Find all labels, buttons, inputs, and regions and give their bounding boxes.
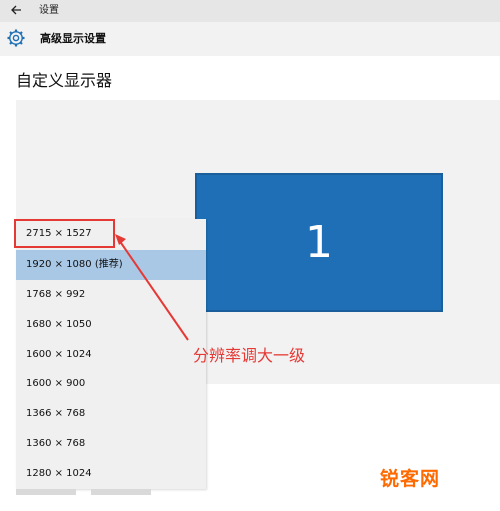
back-arrow-icon bbox=[11, 5, 21, 15]
gear-icon bbox=[7, 29, 25, 47]
resolution-option-selected[interactable]: 1920 × 1080 (推荐) bbox=[16, 250, 206, 280]
resolution-dropdown-list[interactable]: 2715 × 1527 1920 × 1080 (推荐) 1768 × 992 … bbox=[16, 219, 206, 489]
page-title: 高级显示设置 bbox=[40, 32, 106, 45]
resolution-option[interactable]: 1366 × 768 bbox=[16, 399, 206, 429]
title-bar: 设置 bbox=[0, 0, 500, 22]
section-title: 自定义显示器 bbox=[16, 71, 113, 90]
cancel-button[interactable] bbox=[91, 489, 151, 495]
annotation-text: 分辨率调大一级 bbox=[193, 346, 306, 365]
resolution-option[interactable]: 1768 × 992 bbox=[16, 280, 206, 310]
resolution-option[interactable]: 1360 × 768 bbox=[16, 429, 206, 459]
resolution-option[interactable]: 1600 × 1024 bbox=[16, 340, 206, 370]
watermark-logo: 锐客网 bbox=[380, 468, 441, 490]
page-header: 高级显示设置 bbox=[0, 22, 500, 56]
monitor-number: 1 bbox=[305, 217, 333, 268]
highlight-box bbox=[14, 219, 115, 248]
window-title: 设置 bbox=[39, 5, 59, 16]
monitor-1-tile[interactable]: 1 bbox=[195, 173, 443, 312]
resolution-option[interactable]: 1680 × 1050 bbox=[16, 310, 206, 340]
resolution-option[interactable]: 1600 × 900 bbox=[16, 369, 206, 399]
back-button[interactable] bbox=[8, 4, 24, 18]
apply-button[interactable] bbox=[16, 489, 76, 495]
resolution-option[interactable]: 1280 × 1024 bbox=[16, 459, 206, 489]
